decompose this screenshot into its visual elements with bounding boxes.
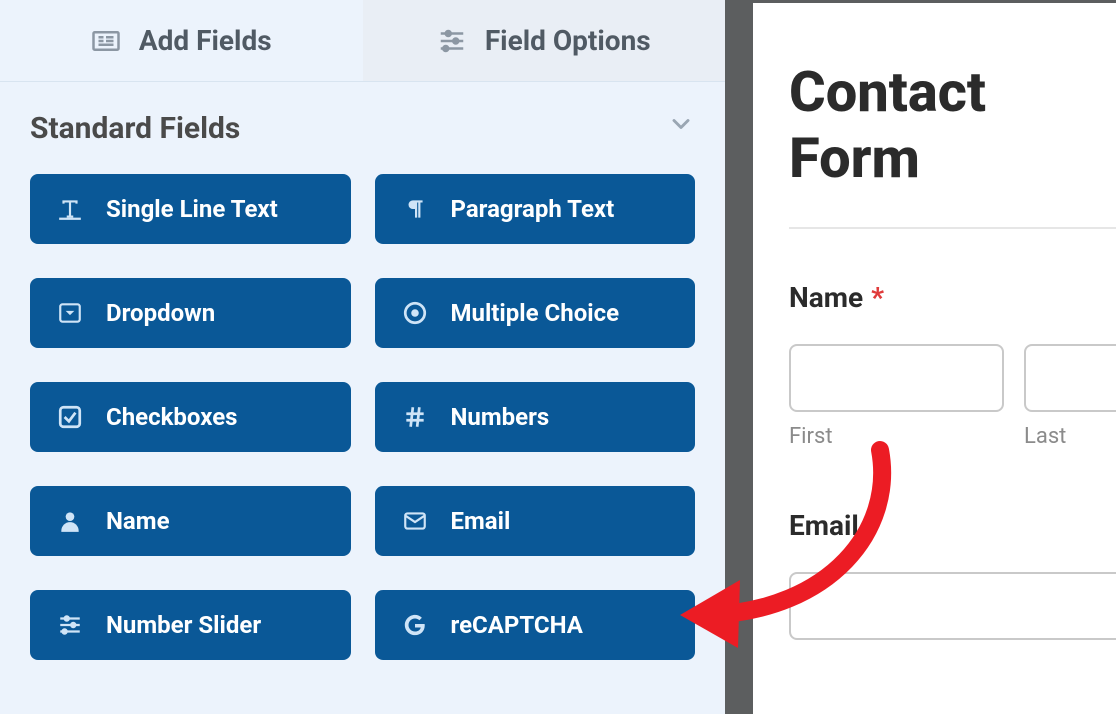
- last-name-input[interactable]: [1024, 344, 1116, 412]
- field-label: Checkboxes: [106, 403, 238, 431]
- field-label: reCAPTCHA: [451, 611, 583, 639]
- tab-label: Add Fields: [139, 24, 272, 57]
- person-icon: [56, 507, 84, 535]
- field-label: Number Slider: [106, 611, 261, 639]
- section-title: Standard Fields: [30, 111, 240, 146]
- field-label: Dropdown: [106, 299, 215, 327]
- tab-field-options[interactable]: Field Options: [363, 0, 726, 81]
- name-inputs-row: First Last: [789, 344, 1116, 449]
- fields-grid: Single Line Text Paragraph Text Dropdown: [30, 174, 695, 660]
- field-label: Name: [106, 507, 170, 535]
- field-label: Multiple Choice: [451, 299, 620, 327]
- field-label: Paragraph Text: [451, 195, 615, 223]
- field-name[interactable]: Name: [30, 486, 351, 556]
- email-field-label: Email: [789, 509, 1116, 542]
- text-icon: [56, 195, 84, 223]
- field-number-slider[interactable]: Number Slider: [30, 590, 351, 660]
- field-multiple-choice[interactable]: Multiple Choice: [375, 278, 696, 348]
- field-recaptcha[interactable]: reCAPTCHA: [375, 590, 696, 660]
- field-numbers[interactable]: Numbers: [375, 382, 696, 452]
- checkbox-icon: [56, 403, 84, 431]
- preview-panel: Contact Form Name * First Last Email: [725, 0, 1116, 714]
- tab-label: Field Options: [485, 24, 651, 57]
- radio-icon: [401, 299, 429, 327]
- field-checkboxes[interactable]: Checkboxes: [30, 382, 351, 452]
- form-icon: [91, 26, 121, 56]
- first-sublabel: First: [789, 424, 1004, 449]
- paragraph-icon: [401, 195, 429, 223]
- first-name-input[interactable]: [789, 344, 1004, 412]
- field-single-line-text[interactable]: Single Line Text: [30, 174, 351, 244]
- dropdown-icon: [56, 299, 84, 327]
- email-input[interactable]: [789, 572, 1116, 640]
- field-label: Email: [451, 507, 511, 535]
- divider: [789, 227, 1116, 229]
- field-label: Numbers: [451, 403, 550, 431]
- form-preview: Contact Form Name * First Last Email: [753, 3, 1116, 714]
- tabs: Add Fields Field Options: [0, 0, 725, 82]
- field-dropdown[interactable]: Dropdown: [30, 278, 351, 348]
- google-icon: [401, 611, 429, 639]
- standard-fields-section: Standard Fields Single Line Text: [0, 82, 725, 660]
- envelope-icon: [401, 507, 429, 535]
- field-email[interactable]: Email: [375, 486, 696, 556]
- name-field-label: Name *: [789, 281, 1116, 314]
- last-sublabel: Last: [1024, 424, 1116, 449]
- sliders-icon: [437, 26, 467, 56]
- field-label: Single Line Text: [106, 195, 278, 223]
- chevron-down-icon: [667, 110, 695, 146]
- section-header[interactable]: Standard Fields: [30, 110, 695, 146]
- field-paragraph-text[interactable]: Paragraph Text: [375, 174, 696, 244]
- page-title: Contact Form: [789, 59, 1116, 191]
- fields-panel: Add Fields Field Options Standard Fields: [0, 0, 725, 714]
- required-indicator: *: [871, 281, 884, 314]
- hash-icon: [401, 403, 429, 431]
- tab-add-fields[interactable]: Add Fields: [0, 0, 363, 81]
- sliders-icon: [56, 611, 84, 639]
